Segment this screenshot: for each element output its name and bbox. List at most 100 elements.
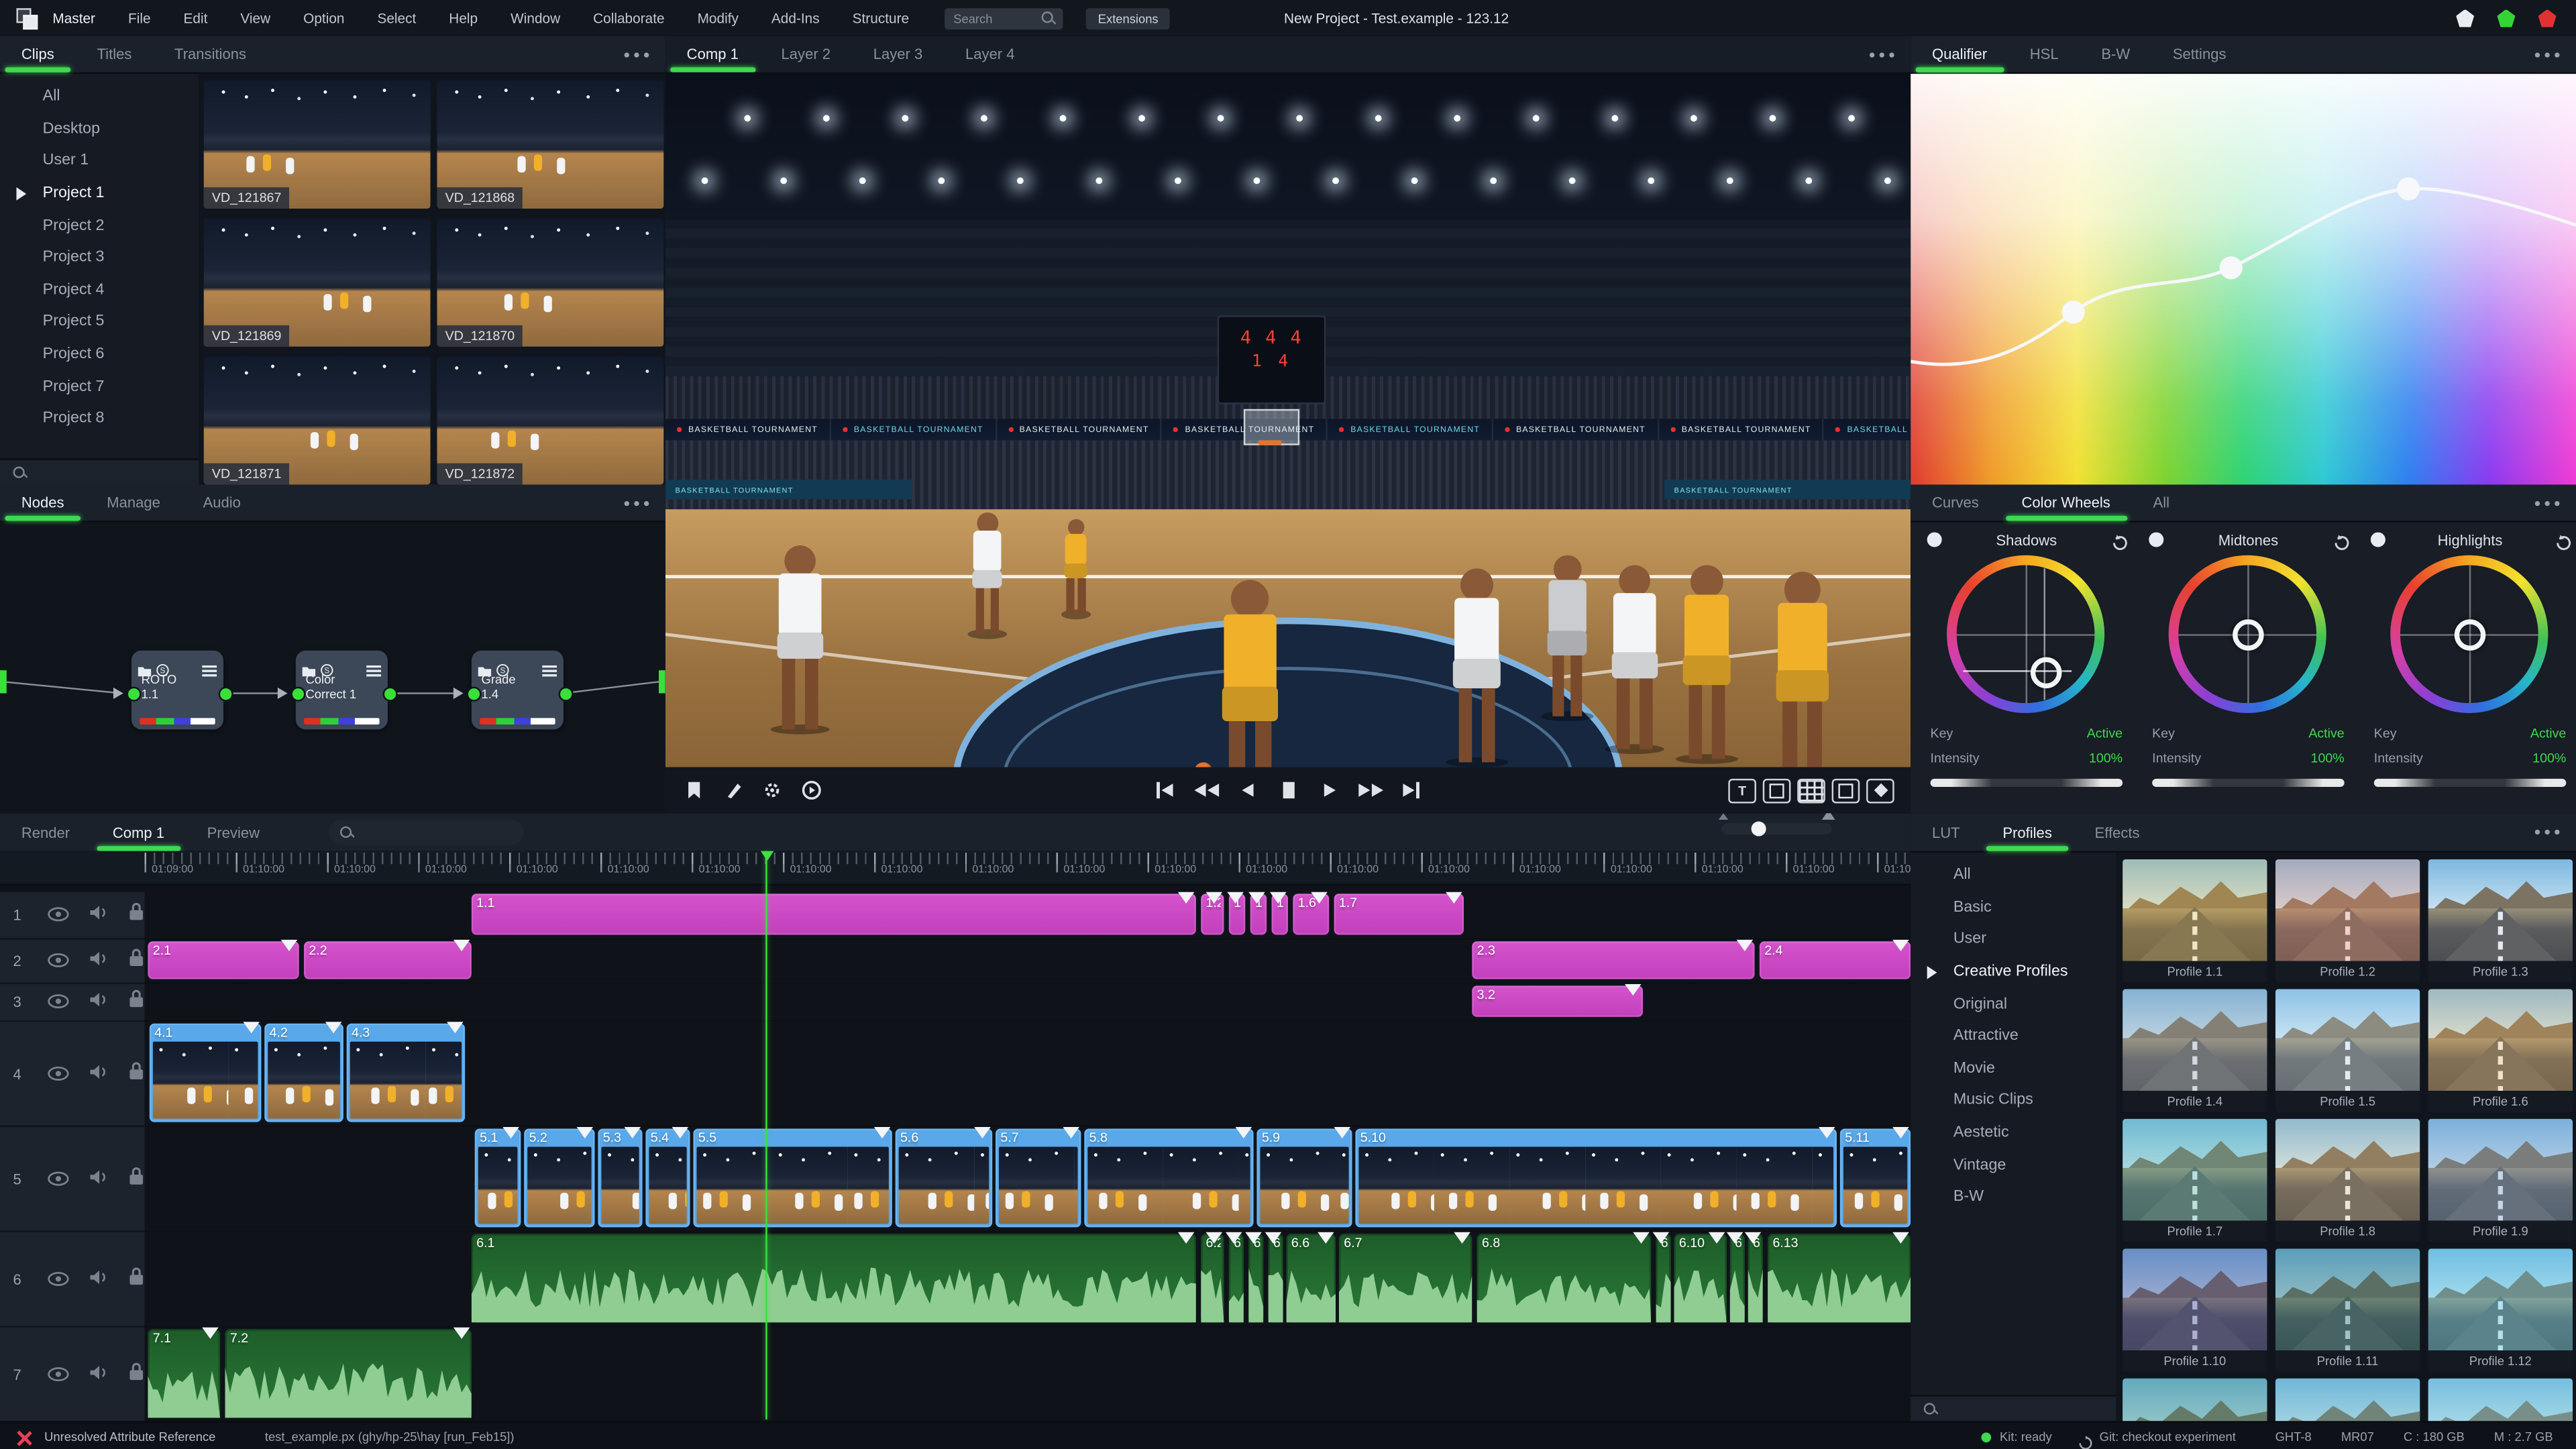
lut-category-music-clips[interactable]: Music Clips <box>1911 1085 2114 1117</box>
clip-marker-flag[interactable] <box>1227 892 1243 904</box>
viewer-tab-comp-1[interactable]: Comp 1 <box>665 36 760 72</box>
qualifier-spectrum[interactable] <box>1911 74 2576 484</box>
track-lane-2[interactable]: 2.12.22.32.4 <box>145 940 1911 984</box>
clip-thumbnail-vd-121872[interactable]: VD_121872 <box>437 356 663 484</box>
timeline-clip-1.1[interactable]: 1.1 <box>472 894 1196 934</box>
clip-marker-flag[interactable] <box>1745 1232 1761 1244</box>
lut-category-all[interactable]: All <box>1911 859 2114 892</box>
profile-item-profile-1-4[interactable]: Profile 1.4 <box>2123 989 2267 1112</box>
nodes-tab-audio[interactable]: Audio <box>182 484 262 521</box>
clip-marker-flag[interactable] <box>1892 1127 1909 1138</box>
clip-marker-flag[interactable] <box>1653 1232 1669 1244</box>
timeline-clip-5.11[interactable]: 5.11 <box>1840 1128 1911 1227</box>
wheel-intensity-slider[interactable] <box>2374 779 2567 787</box>
clips-panel-menu-button[interactable] <box>608 36 665 72</box>
track-lane-7[interactable]: 7.17.2 <box>145 1328 1911 1421</box>
lut-category-original[interactable]: Original <box>1911 988 2114 1020</box>
track-audio-icon[interactable] <box>89 1264 108 1293</box>
lut-tab-lut[interactable]: LUT <box>1911 813 1981 851</box>
track-lock-icon[interactable] <box>128 1264 144 1293</box>
timeline-tab-comp-1[interactable]: Comp 1 <box>91 813 186 851</box>
profile-item-profile-1-7[interactable]: Profile 1.7 <box>2123 1119 2267 1242</box>
clips-folder-desktop[interactable]: Desktop <box>0 113 197 145</box>
clip-marker-flag[interactable] <box>1737 940 1753 951</box>
track-lock-icon[interactable] <box>128 947 144 976</box>
window-pentagon-icon-1[interactable] <box>2497 9 2515 27</box>
viewer-play-circle-icon[interactable] <box>797 775 826 805</box>
wheel-master-dot[interactable] <box>1927 532 1942 547</box>
playhead[interactable] <box>765 851 767 1419</box>
track-visibility-icon[interactable] <box>48 947 69 976</box>
node-graph-canvas[interactable]: SROTO1.1SColorCorrect 1SGrade1.4 <box>0 523 665 813</box>
clips-search-input[interactable] <box>0 458 210 484</box>
clip-marker-flag[interactable] <box>1270 892 1286 904</box>
clips-folder-all[interactable]: All <box>0 80 197 113</box>
track-lane-4[interactable]: 4.14.24.3 <box>145 1022 1911 1127</box>
timeline-clip-6.8[interactable]: 6.8 <box>1477 1234 1652 1322</box>
timeline-tab-preview[interactable]: Preview <box>186 813 281 851</box>
clips-folder-project-1[interactable]: Project 1 <box>0 177 197 209</box>
timeline-clip-2.2[interactable]: 2.2 <box>304 941 472 979</box>
timeline-clip-5.8[interactable]: 5.8 <box>1084 1128 1253 1227</box>
node-menu-icon[interactable] <box>542 655 557 685</box>
viewer-tab-layer-2[interactable]: Layer 2 <box>760 36 852 72</box>
clip-marker-flag[interactable] <box>281 940 297 951</box>
track-lock-icon[interactable] <box>128 1164 144 1193</box>
timeline-search-input[interactable] <box>329 820 524 845</box>
clip-marker-flag[interactable] <box>577 1127 593 1138</box>
app-logo-icon[interactable] <box>16 8 36 28</box>
track-lock-icon[interactable] <box>128 1360 144 1389</box>
kit-status-text[interactable]: Kit: ready <box>2000 1430 2052 1444</box>
wheels-tab-color-wheels[interactable]: Color Wheels <box>2000 484 2132 521</box>
clips-folder-project-2[interactable]: Project 2 <box>0 209 197 241</box>
node-input-port[interactable] <box>290 687 305 702</box>
profile-item-profile-1-6[interactable]: Profile 1.6 <box>2428 989 2573 1112</box>
clip-marker-flag[interactable] <box>453 940 470 951</box>
node-input-port[interactable] <box>127 687 142 702</box>
clip-marker-flag[interactable] <box>1625 984 1641 996</box>
wheel-intensity-slider[interactable] <box>1931 779 2123 787</box>
viewer-tab-layer-3[interactable]: Layer 3 <box>852 36 944 72</box>
node-output-port[interactable] <box>219 687 233 702</box>
profile-item-profile-1-1[interactable]: Profile 1.1 <box>2123 859 2267 983</box>
node-grade-1-4[interactable]: SGrade1.4 <box>472 651 564 730</box>
menu-search-input[interactable]: Search <box>945 7 1063 29</box>
node-output-port[interactable] <box>383 687 398 702</box>
wheel-reset-icon[interactable] <box>2555 531 2573 549</box>
timeline-clip-5.3[interactable]: 5.3 <box>598 1128 642 1227</box>
timeline-zoom-slider[interactable] <box>1722 823 1832 835</box>
viewer-bookmark-icon[interactable] <box>678 775 708 805</box>
clip-marker-flag[interactable] <box>1245 1232 1261 1244</box>
timeline-clip-5.10[interactable]: 5.10 <box>1355 1128 1837 1227</box>
timeline-clip-6.4[interactable]: 6.4 <box>1248 1234 1263 1322</box>
timeline-clip-4.3[interactable]: 4.3 <box>347 1024 465 1122</box>
track-audio-icon[interactable] <box>89 1164 108 1193</box>
clips-folder-project-7[interactable]: Project 7 <box>0 370 197 402</box>
timeline-clip-6.9[interactable]: 6.9 <box>1656 1234 1671 1322</box>
clip-marker-flag[interactable] <box>1709 1232 1725 1244</box>
clip-marker-flag[interactable] <box>1206 1232 1222 1244</box>
track-audio-icon[interactable] <box>89 900 108 930</box>
clips-tab-transitions[interactable]: Transitions <box>153 36 268 72</box>
lut-category-movie[interactable]: Movie <box>1911 1053 2114 1085</box>
timeline-clip-6.5[interactable]: 6.5 <box>1269 1234 1283 1322</box>
clip-thumbnail-vd-121868[interactable]: VD_121868 <box>437 80 663 209</box>
timeline-clip-7.1[interactable]: 7.1 <box>148 1329 220 1417</box>
qualifier-panel-menu-button[interactable] <box>2518 36 2576 72</box>
lut-category-user[interactable]: User <box>1911 924 2114 956</box>
wheel-master-dot[interactable] <box>2371 532 2385 547</box>
lut-category-attractive[interactable]: Attractive <box>1911 1020 2114 1053</box>
menu-item-modify[interactable]: Modify <box>681 10 755 26</box>
viewer-full-view-icon[interactable] <box>1832 778 1860 803</box>
wheels-tab-curves[interactable]: Curves <box>1911 484 2000 521</box>
clip-marker-flag[interactable] <box>1446 892 1462 904</box>
node-output-port[interactable] <box>559 687 574 702</box>
lut-category-creative-profiles[interactable]: Creative Profiles <box>1911 956 2114 988</box>
lut-tab-profiles[interactable]: Profiles <box>1982 813 2074 851</box>
clip-marker-flag[interactable] <box>672 1127 688 1138</box>
nodes-tab-manage[interactable]: Manage <box>85 484 181 521</box>
track-visibility-icon[interactable] <box>48 900 69 930</box>
timeline-ruler[interactable]: 01:09:0001:10:0001:10:0001:10:0001:10:00… <box>0 851 1911 885</box>
wheel-master-dot[interactable] <box>2149 532 2163 547</box>
timeline-clip-4.2[interactable]: 4.2 <box>264 1024 343 1122</box>
